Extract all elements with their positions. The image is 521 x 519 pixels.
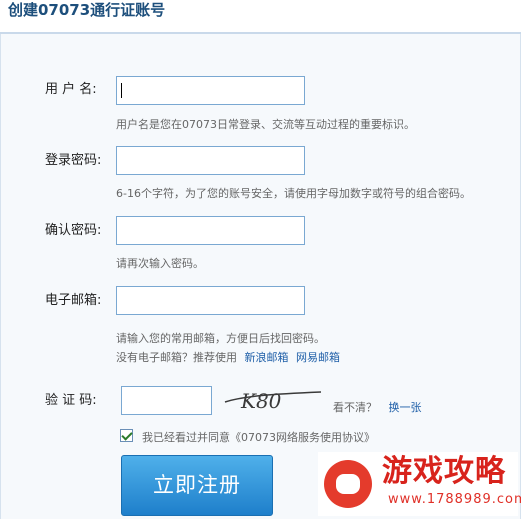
confirm-password-input[interactable] [116,216,305,245]
gamepad-logo-icon [324,460,372,508]
email-label: 电子邮箱: [45,293,102,308]
text-cursor [121,83,122,98]
site-watermark: 游戏攻略 www.1788989.com [318,452,521,516]
registration-form-panel [0,34,521,519]
page-header: 创建07073通行证账号 [0,0,521,32]
username-input[interactable] [116,76,305,105]
captcha-unclear-text: 看不清？ [333,401,377,414]
agreement-checkbox[interactable] [120,429,133,442]
page-title: 创建07073通行证账号 [8,1,166,19]
sina-mail-link[interactable]: 新浪邮箱 [245,351,289,364]
no-email-text: 没有电子邮箱？推荐使用 [116,351,237,364]
captcha-input[interactable] [121,386,212,415]
email-recommendation: 没有电子邮箱？推荐使用 新浪邮箱 网易邮箱 [116,351,340,365]
watermark-url: www.1788989.com [388,492,521,507]
agreement-text[interactable]: 我已经看过并同意《07073网络服务使用协议》 [142,431,375,445]
captcha-refresh-link[interactable]: 换一张 [389,401,422,414]
password-input[interactable] [116,146,305,175]
password-label: 登录密码: [45,153,102,168]
email-input[interactable] [116,286,305,315]
captcha-image[interactable]: K80 [223,384,323,416]
password-hint: 6-16个字符，为了您的账号安全，请使用字母加数字或符号的组合密码。 [116,187,471,200]
username-label: 用 户 名: [45,82,97,97]
confirm-password-label: 确认密码: [45,223,102,238]
captcha-text: K80 [240,389,282,413]
163-mail-link[interactable]: 网易邮箱 [296,351,340,364]
register-button[interactable]: 立即注册 [121,455,273,516]
username-hint: 用户名是您在07073日常登录、交流等互动过程的重要标识。 [116,118,415,131]
email-hint: 请输入您的常用邮箱，方便日后找回密码。 [116,332,325,345]
watermark-title: 游戏攻略 [382,454,506,489]
confirm-password-hint: 请再次输入密码。 [116,257,204,270]
captcha-label: 验 证 码: [45,393,97,408]
captcha-help: 看不清？ 换一张 [333,401,422,415]
